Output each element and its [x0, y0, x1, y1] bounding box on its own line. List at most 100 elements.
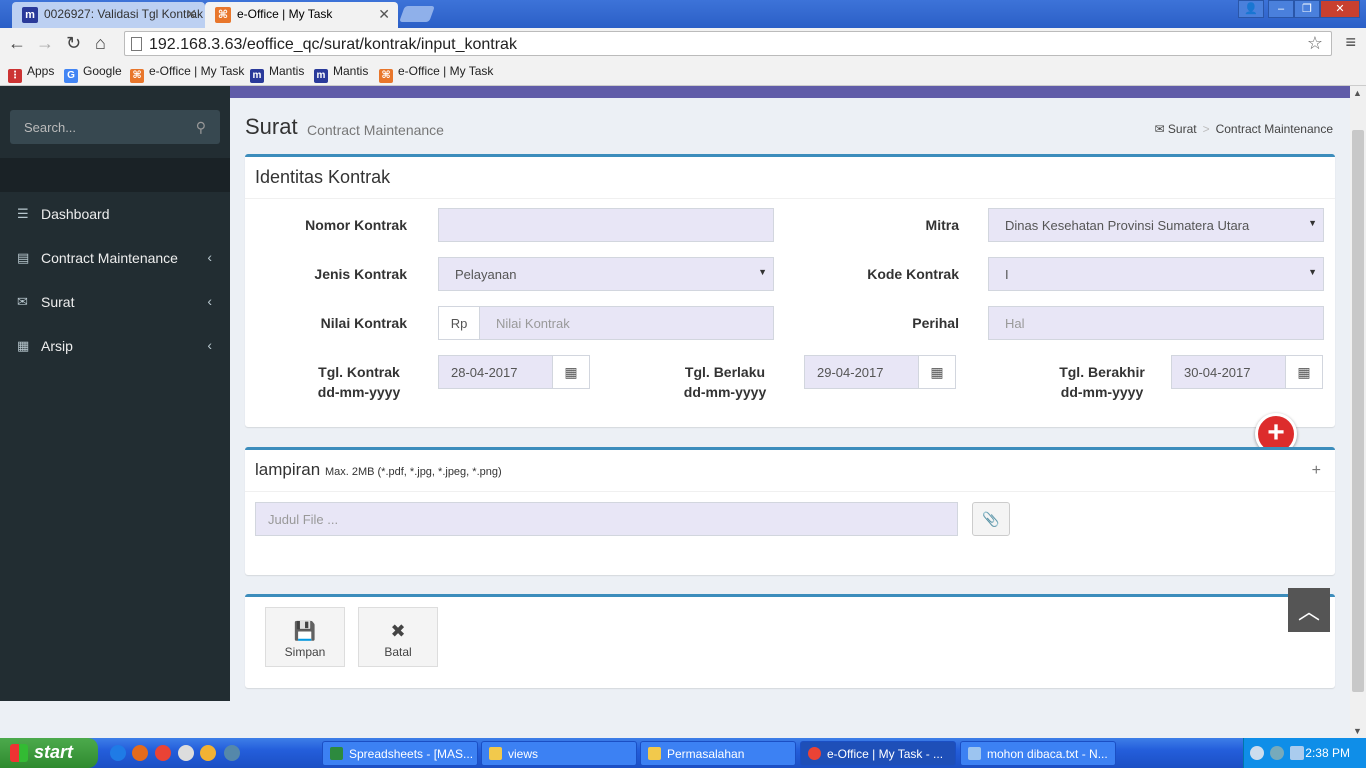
eoffice-icon: ⌘ — [379, 69, 393, 83]
tgl-berlaku-input[interactable]: 29-04-2017 — [804, 355, 919, 389]
star-icon[interactable]: ☆ — [1307, 33, 1323, 54]
firefox-icon[interactable] — [132, 745, 148, 761]
box-title: Identitas Kontrak — [255, 167, 391, 187]
sidebar-item-surat[interactable]: ✉ Surat ‹ — [0, 280, 230, 324]
page-icon — [131, 37, 142, 51]
nilai-kontrak-input[interactable]: Nilai Kontrak — [479, 306, 774, 340]
dashboard-icon: ☰ — [17, 206, 29, 221]
taskbar-window-views[interactable]: views — [481, 741, 637, 766]
calendar-icon[interactable]: ▦ — [1285, 355, 1323, 389]
simpan-label: Simpan — [284, 645, 326, 659]
breadcrumb-item[interactable]: Surat — [1168, 122, 1197, 136]
tab-strip: m 0026927: Validasi Tgl Kontrak ✕ ⌘ e-Of… — [0, 0, 1366, 28]
identitas-kontrak-box: Identitas Kontrak Nomor Kontrak Mitra Di… — [245, 154, 1335, 427]
file-size-note: Max. 2MB (*.pdf, *.jpg, *.jpeg, *.png) — [324, 466, 502, 478]
bookmark-mantis[interactable]: m Mantis — [250, 64, 304, 83]
judul-file-input[interactable]: Judul File ... — [255, 502, 958, 536]
sidebar: Search... ⚲ ☰ Dashboard ▤ Contract Maint… — [0, 86, 230, 701]
kode-kontrak-select[interactable]: I ▼ — [988, 257, 1324, 291]
breadcrumb-separator: > — [1202, 122, 1210, 136]
scrollbar-thumb[interactable] — [1352, 130, 1364, 692]
sidebar-item-label: Arsip — [41, 338, 73, 354]
sidebar-item-dashboard[interactable]: ☰ Dashboard — [0, 192, 230, 236]
plus-icon[interactable]: + — [1312, 462, 1321, 480]
bookmark-mantis[interactable]: m Mantis — [314, 64, 368, 83]
sidebar-item-contract-maintenance[interactable]: ▤ Contract Maintenance ‹ — [0, 236, 230, 280]
divider — [245, 491, 1335, 492]
back-icon[interactable]: ← — [8, 33, 26, 54]
page-title: Surat — [245, 114, 298, 139]
mantis-icon: m — [314, 69, 328, 83]
batal-button[interactable]: ✖ Batal — [358, 607, 438, 667]
reload-icon[interactable]: ↻ — [66, 33, 81, 54]
close-icon[interactable]: ✕ — [378, 6, 390, 23]
paperclip-icon[interactable]: 📎 — [972, 502, 1010, 536]
mitra-label: Mitra — [925, 217, 959, 233]
breadcrumb: ✉ Surat > Contract Maintenance — [1154, 122, 1333, 136]
search-icon[interactable]: ⚲ — [196, 119, 206, 136]
save-icon: 💾 — [293, 621, 317, 641]
chrome-icon[interactable] — [155, 745, 171, 761]
url-input[interactable]: 192.168.3.63/eoffice_qc/surat/kontrak/in… — [124, 31, 1332, 56]
nomor-kontrak-input[interactable] — [438, 208, 774, 242]
system-tray: 2:38 PM — [1243, 738, 1366, 768]
app-icon[interactable] — [178, 745, 194, 761]
new-tab-button[interactable] — [399, 6, 435, 22]
menu-icon[interactable]: ≡ — [1345, 32, 1356, 53]
network-status-icon[interactable] — [1290, 746, 1304, 760]
sidebar-item-arsip[interactable]: ▦ Arsip ‹ — [0, 324, 230, 368]
close-icon[interactable]: ✕ — [185, 6, 197, 23]
tab-title: 0026927: Validasi Tgl Kontrak — [44, 7, 203, 21]
tgl-berlaku-label: Tgl. Berlaku dd-mm-yyyy — [683, 364, 767, 400]
calendar-icon[interactable]: ▦ — [918, 355, 956, 389]
ie-icon[interactable] — [110, 745, 126, 761]
notepad-icon — [968, 747, 981, 760]
taskbar-window-permasalahan[interactable]: Permasalahan — [640, 741, 796, 766]
simpan-button[interactable]: 💾 Simpan — [265, 607, 345, 667]
network-icon[interactable] — [224, 745, 240, 761]
apps-icon: ⋮ — [8, 69, 22, 83]
tgl-kontrak-input[interactable]: 28-04-2017 — [438, 355, 553, 389]
document-icon: ▤ — [17, 250, 30, 265]
browser-tab-mantis[interactable]: m 0026927: Validasi Tgl Kontrak ✕ — [12, 2, 205, 28]
calendar-icon[interactable]: ▦ — [552, 355, 590, 389]
media-icon[interactable] — [200, 745, 216, 761]
sidebar-header — [0, 158, 230, 192]
bookmark-apps[interactable]: ⋮ Apps — [8, 64, 54, 83]
bookmark-eoffice[interactable]: ⌘ e-Office | My Task — [130, 64, 244, 83]
forward-icon[interactable]: → — [36, 33, 54, 54]
mantis-icon: m — [22, 7, 38, 23]
home-icon[interactable]: ⌂ — [95, 33, 106, 54]
folder-icon — [489, 747, 502, 760]
user-icon[interactable]: 👤 — [1238, 0, 1264, 18]
lampiran-box: lampiran Max. 2MB (*.pdf, *.jpg, *.jpeg,… — [245, 447, 1335, 575]
mitra-value: Dinas Kesehatan Provinsi Sumatera Utara — [1005, 218, 1250, 233]
bookmark-eoffice[interactable]: ⌘ e-Office | My Task — [379, 64, 493, 83]
tray-expand-icon[interactable] — [1250, 746, 1264, 760]
perihal-label: Perihal — [912, 315, 959, 331]
scroll-up-icon[interactable]: ▲ — [1353, 88, 1362, 98]
minimize-button[interactable]: – — [1268, 0, 1294, 18]
back-to-top-button[interactable]: ︿ — [1288, 588, 1330, 632]
nilai-kontrak-label: Nilai Kontrak — [320, 315, 407, 331]
browser-chrome: m 0026927: Validasi Tgl Kontrak ✕ ⌘ e-Of… — [0, 0, 1366, 86]
tray-app-icon[interactable] — [1270, 746, 1284, 760]
page: Search... ⚲ ☰ Dashboard ▤ Contract Maint… — [0, 86, 1350, 738]
perihal-input[interactable]: Hal — [988, 306, 1324, 340]
taskbar-window-notepad[interactable]: mohon dibaca.txt - N... — [960, 741, 1116, 766]
mitra-select[interactable]: Dinas Kesehatan Provinsi Sumatera Utara … — [988, 208, 1324, 242]
taskbar-window-eoffice[interactable]: e-Office | My Task - ... — [800, 741, 956, 766]
taskbar-window-spreadsheets[interactable]: Spreadsheets - [MAS... — [322, 741, 478, 766]
vertical-scrollbar[interactable]: ▲ ▼ — [1350, 86, 1366, 738]
window-close-button[interactable]: ✕ — [1320, 0, 1360, 18]
search-input[interactable]: Search... ⚲ — [10, 110, 220, 144]
jenis-kontrak-select[interactable]: Pelayanan ▼ — [438, 257, 774, 291]
google-icon: G — [64, 69, 78, 83]
maximize-button[interactable]: ❐ — [1294, 0, 1320, 18]
scroll-down-icon[interactable]: ▼ — [1353, 726, 1362, 736]
bookmark-google[interactable]: G Google — [64, 64, 122, 83]
date-format-hint: dd-mm-yyyy — [1060, 384, 1144, 400]
start-button[interactable]: start — [0, 738, 98, 768]
tgl-berakhir-input[interactable]: 30-04-2017 — [1171, 355, 1286, 389]
browser-tab-eoffice[interactable]: ⌘ e-Office | My Task ✕ — [205, 2, 398, 28]
